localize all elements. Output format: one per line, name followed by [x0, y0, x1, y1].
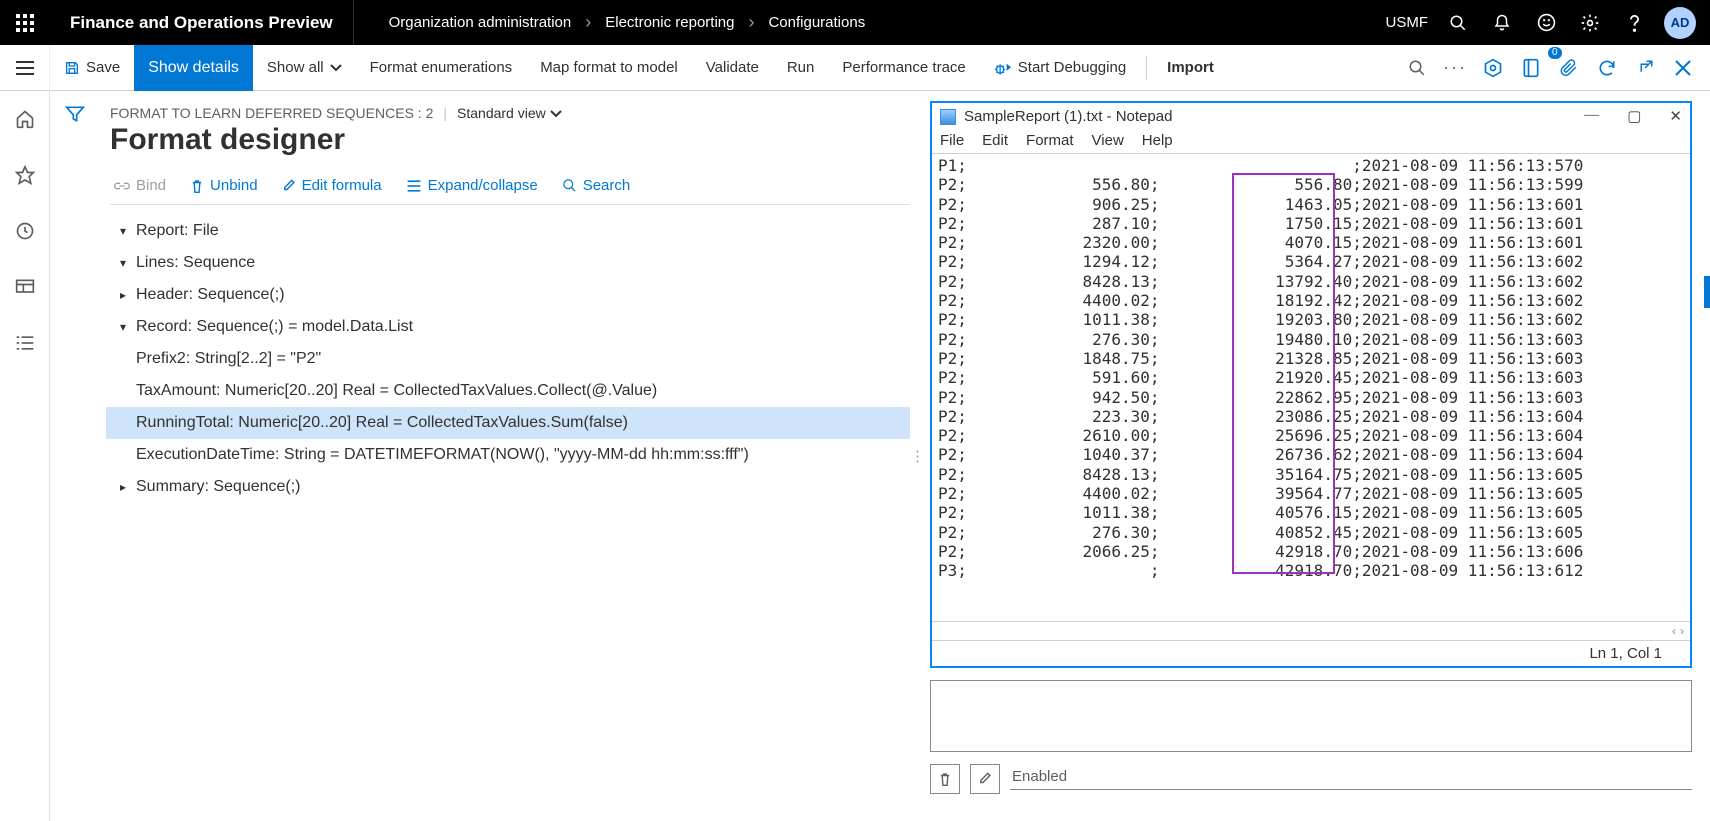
clock-icon[interactable] — [9, 215, 41, 247]
breadcrumb-1[interactable]: Electronic reporting — [605, 14, 734, 31]
menu-help[interactable]: Help — [1142, 132, 1173, 149]
smile-icon[interactable] — [1524, 0, 1568, 45]
breadcrumb-2[interactable]: Configurations — [768, 14, 865, 31]
close-window-icon[interactable]: ✕ — [1669, 107, 1682, 126]
notepad-window: SampleReport (1).txt - Notepad — ▢ ✕ Fil… — [930, 101, 1692, 668]
bottom-row: Enabled — [930, 764, 1692, 794]
highlight-box — [1232, 173, 1335, 574]
tree-node-report[interactable]: ▾Report: File — [116, 215, 910, 247]
tree-node-tax[interactable]: TaxAmount: Numeric[20..20] Real = Collec… — [116, 375, 910, 407]
avatar[interactable]: AD — [1664, 7, 1696, 39]
app-title: Finance and Operations Preview — [50, 0, 354, 45]
subheader-title: FORMAT TO LEARN DEFERRED SEQUENCES : 2 — [110, 105, 433, 121]
home-icon[interactable] — [9, 103, 41, 135]
link-bar: Bind Unbind Edit formula Expand/collapse… — [110, 171, 910, 205]
maximize-icon[interactable]: ▢ — [1627, 107, 1641, 126]
top-bar: Finance and Operations Preview Organizat… — [0, 0, 1710, 45]
menu-file[interactable]: File — [940, 132, 964, 149]
expand-collapse-link[interactable]: Expand/collapse — [406, 177, 538, 194]
save-button[interactable]: Save — [50, 45, 134, 91]
breadcrumb-0[interactable]: Organization administration — [389, 14, 572, 31]
notepad-content[interactable]: P1; ;2021-08-09 11:56:13:570 P2; 556.80;… — [932, 154, 1690, 622]
subheader: FORMAT TO LEARN DEFERRED SEQUENCES : 2 |… — [110, 105, 910, 121]
tree-node-prefix[interactable]: Prefix2: String[2..2] = "P2" — [116, 343, 910, 375]
modules-icon[interactable] — [9, 327, 41, 359]
page-title: Format designer — [110, 123, 910, 157]
standard-view[interactable]: Standard view — [457, 105, 562, 121]
popout-icon[interactable] — [1628, 51, 1662, 85]
minimize-icon[interactable]: — — [1584, 107, 1599, 126]
tree-node-summary[interactable]: ▸Summary: Sequence(;) — [116, 471, 910, 503]
help-icon[interactable] — [1612, 0, 1656, 45]
gear-icon[interactable] — [1568, 0, 1612, 45]
legal-entity[interactable]: USMF — [1386, 14, 1429, 31]
tree-node-running-selected[interactable]: RunningTotal: Numeric[20..20] Real = Col… — [106, 407, 910, 439]
options-icon[interactable] — [1476, 51, 1510, 85]
run-button[interactable]: Run — [773, 45, 829, 91]
more-icon[interactable]: ··· — [1438, 51, 1472, 85]
hamburger-icon[interactable] — [0, 45, 50, 91]
notepad-titlebar[interactable]: SampleReport (1).txt - Notepad — ▢ ✕ — [932, 103, 1690, 130]
notepad-menu: File Edit Format View Help — [932, 130, 1690, 154]
notepad-title: SampleReport (1).txt - Notepad — [964, 108, 1172, 125]
refresh-icon[interactable] — [1590, 51, 1624, 85]
breadcrumb: Organization administration › Electronic… — [354, 12, 1386, 33]
save-label: Save — [86, 59, 120, 76]
notepad-scrollbar[interactable]: ‹› — [932, 622, 1690, 640]
enabled-label: Enabled — [1010, 768, 1692, 790]
notepad-icon — [940, 109, 956, 125]
import-button[interactable]: Import — [1153, 45, 1228, 91]
validate-button[interactable]: Validate — [692, 45, 773, 91]
attachment-count-badge: 0 — [1548, 47, 1562, 59]
cmdbar-search-icon[interactable] — [1400, 51, 1434, 85]
right-selection-indicator — [1704, 276, 1710, 308]
unbind-link[interactable]: Unbind — [190, 177, 258, 194]
bell-icon[interactable] — [1480, 0, 1524, 45]
command-bar: Save Show details Show all Format enumer… — [0, 45, 1710, 91]
menu-view[interactable]: View — [1092, 132, 1124, 149]
waffle-icon[interactable] — [0, 0, 50, 45]
edit-formula-link[interactable]: Edit formula — [282, 177, 382, 194]
tree-node-lines[interactable]: ▾Lines: Sequence — [116, 247, 910, 279]
book-icon[interactable] — [1514, 51, 1548, 85]
notepad-status: Ln 1, Col 1 — [932, 640, 1690, 666]
detail-textbox[interactable] — [930, 680, 1692, 752]
workspace-icon[interactable] — [9, 271, 41, 303]
filter-rail — [50, 91, 100, 821]
tree-node-exec[interactable]: ExecutionDateTime: String = DATETIMEFORM… — [116, 439, 910, 471]
star-icon[interactable] — [9, 159, 41, 191]
bind-link[interactable]: Bind — [114, 177, 166, 194]
start-debugging-button[interactable]: Start Debugging — [980, 45, 1140, 91]
close-icon[interactable] — [1666, 51, 1700, 85]
menu-format[interactable]: Format — [1026, 132, 1074, 149]
search-icon[interactable] — [1436, 0, 1480, 45]
splitter[interactable]: ⋮⋮ — [920, 91, 930, 821]
format-enumerations-button[interactable]: Format enumerations — [356, 45, 527, 91]
delete-icon[interactable] — [930, 764, 960, 794]
tree-node-header[interactable]: ▸Header: Sequence(;) — [116, 279, 910, 311]
attachment-icon[interactable]: 0 — [1552, 51, 1586, 85]
show-details-button[interactable]: Show details — [134, 45, 253, 91]
tree-node-record[interactable]: ▾Record: Sequence(;) = model.Data.List — [116, 311, 910, 343]
map-format-button[interactable]: Map format to model — [526, 45, 692, 91]
menu-edit[interactable]: Edit — [982, 132, 1008, 149]
search-link[interactable]: Search — [562, 177, 631, 194]
show-all-button[interactable]: Show all — [253, 45, 356, 91]
performance-trace-button[interactable]: Performance trace — [828, 45, 979, 91]
edit-icon[interactable] — [970, 764, 1000, 794]
left-rail — [0, 91, 50, 821]
filter-icon[interactable] — [65, 105, 85, 821]
format-tree: ▾Report: File ▾Lines: Sequence ▸Header: … — [110, 215, 910, 503]
